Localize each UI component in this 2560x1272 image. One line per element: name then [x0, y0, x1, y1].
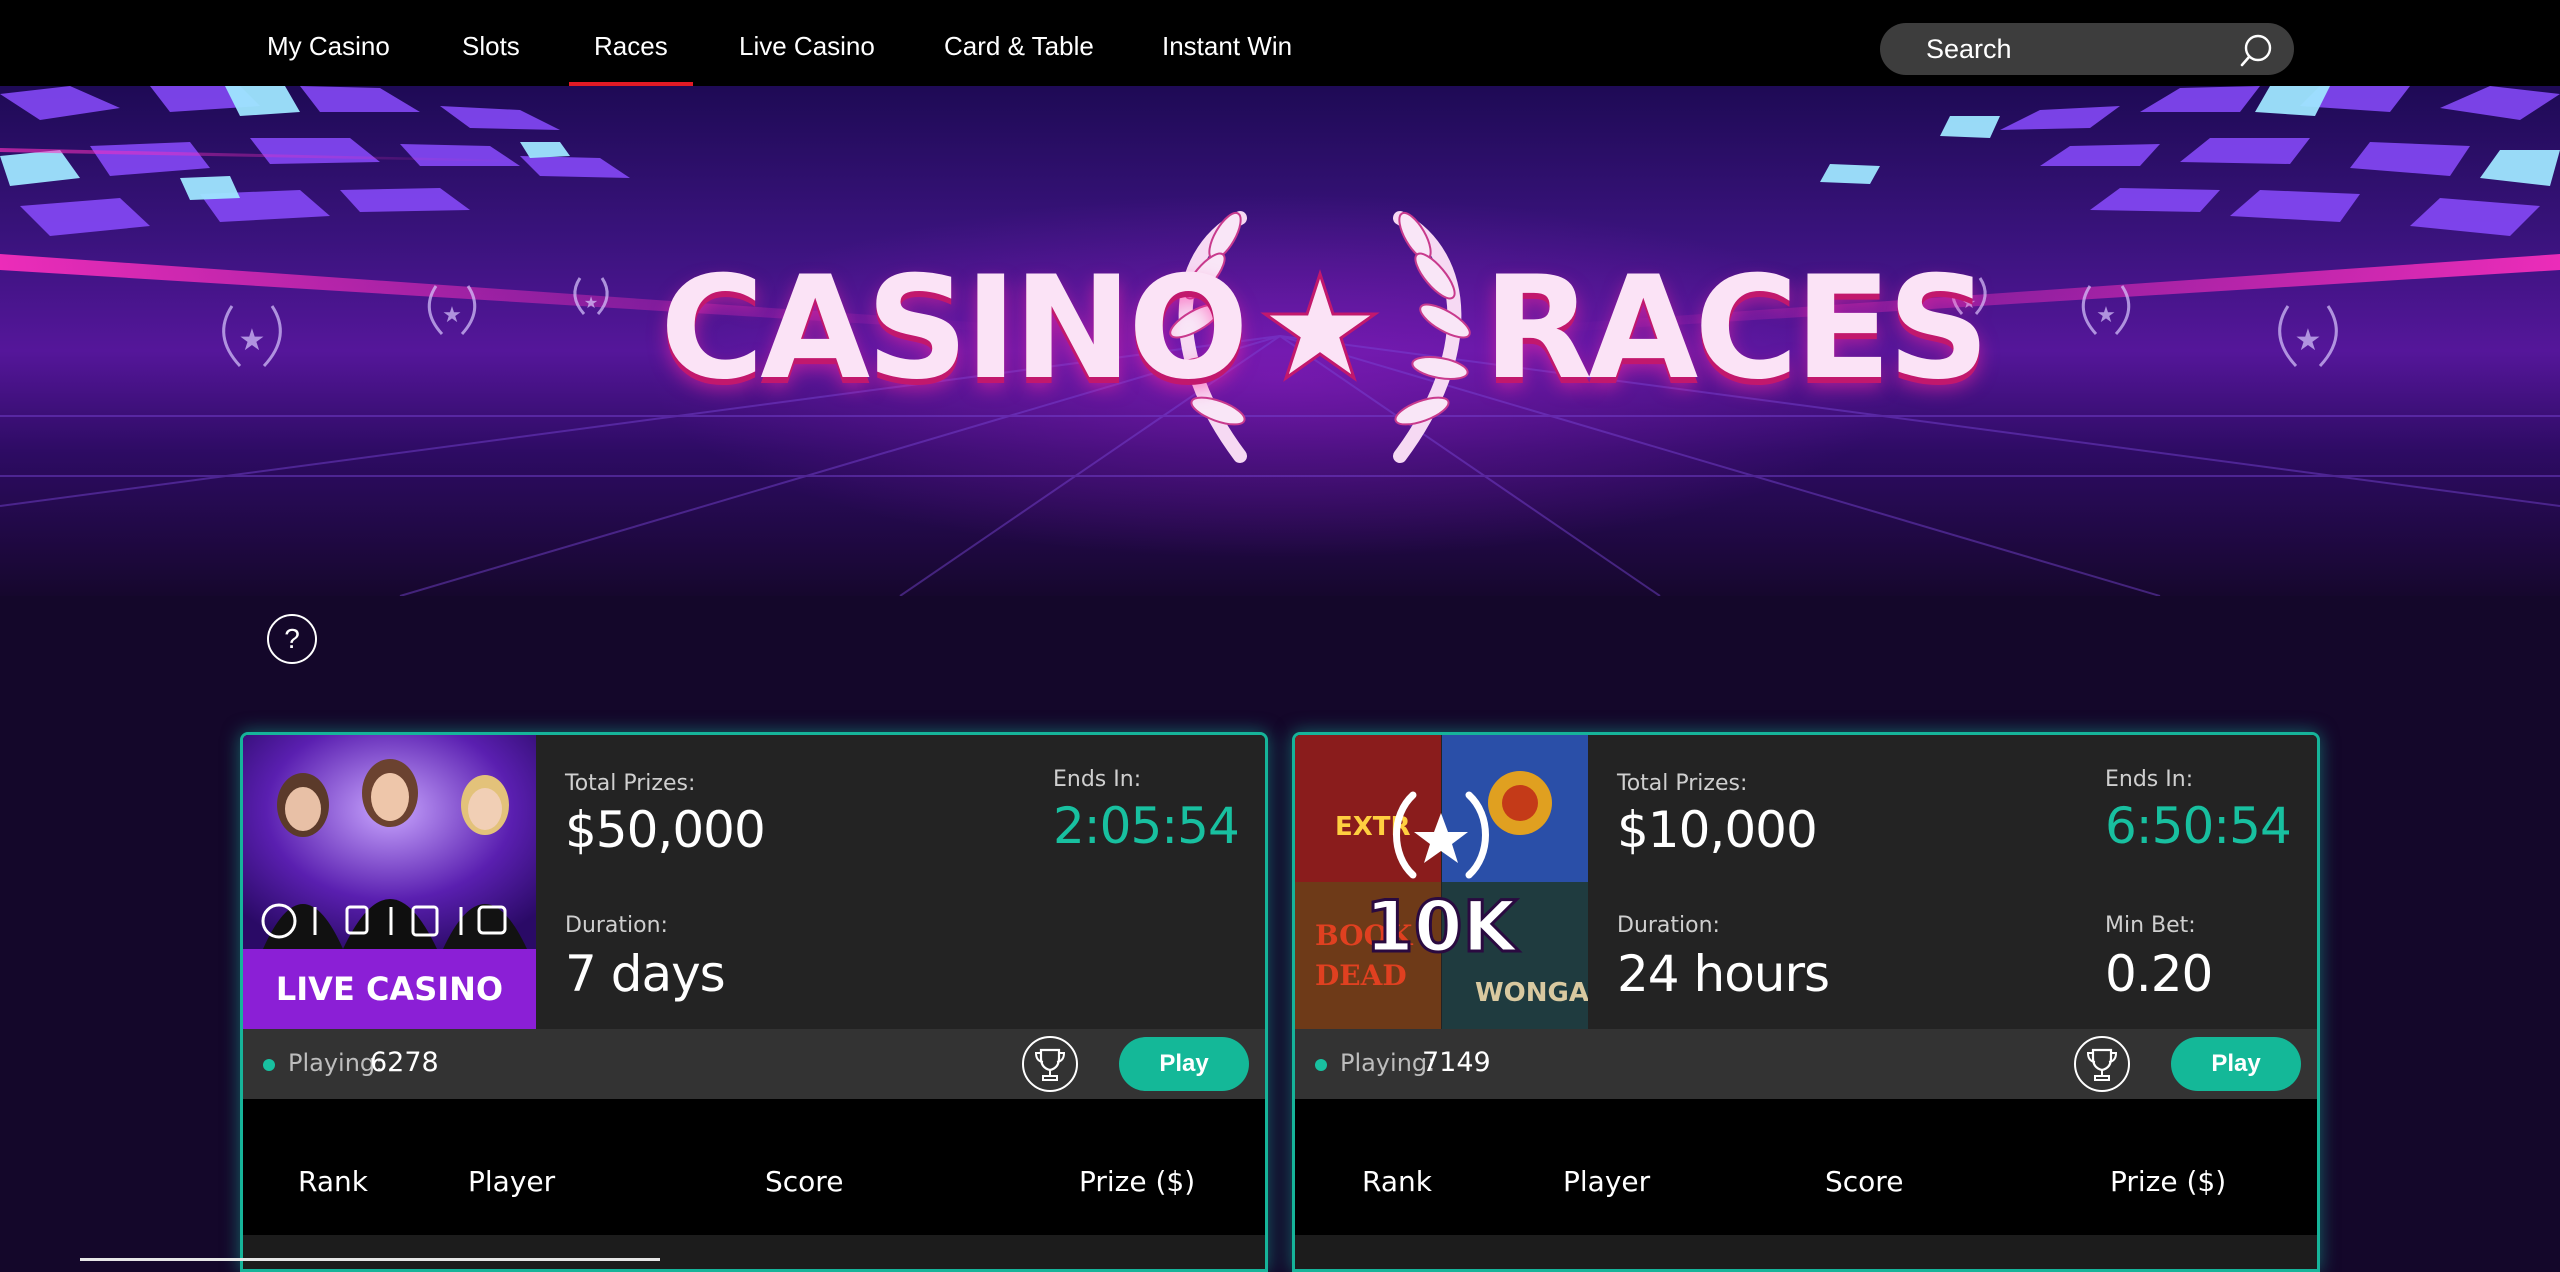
hero-background: ★ ★ ★ ★ ★ ★	[0, 86, 2560, 596]
column-player: Player	[1563, 1165, 1651, 1198]
svg-text:★: ★	[442, 302, 462, 327]
svg-text:★: ★	[2096, 302, 2116, 327]
nav-item-my-casino[interactable]: My Casino	[267, 0, 390, 86]
duration-label: Duration:	[1617, 913, 1720, 938]
hero-title-right: RACES	[1483, 246, 1990, 411]
total-prizes-label: Total Prizes:	[565, 771, 696, 796]
table-row	[1295, 1235, 2317, 1269]
svg-text:10K: 10K	[1365, 886, 1519, 968]
race-thumbnail[interactable]: LIVE CASINO	[243, 735, 536, 1029]
duration-value: 7 days	[565, 945, 726, 1003]
ends-in-label: Ends In:	[1053, 767, 1142, 792]
svg-text:★: ★	[239, 324, 266, 357]
total-prizes-value: $10,000	[1617, 801, 1818, 859]
min-bet-label: Min Bet:	[2105, 913, 2196, 938]
total-prizes-value: $50,000	[565, 801, 766, 859]
leaderboard-button[interactable]	[1022, 1036, 1078, 1092]
play-button[interactable]: Play	[2171, 1037, 2301, 1091]
hero-title-left: CASINO	[660, 246, 1249, 411]
thumbnail-label: LIVE CASINO	[275, 970, 504, 1008]
svg-text:★: ★	[2295, 324, 2322, 357]
race-card-bar: Playing: 6278 Play	[243, 1029, 1265, 1099]
search-box	[1880, 23, 2294, 75]
race-card-header: EXTR BOOK DEAD WONGA 10K Total Prizes: $…	[1295, 735, 2317, 1029]
playing-label: Playing:	[1340, 1049, 1436, 1077]
column-score: Score	[765, 1165, 844, 1198]
horizontal-scrollbar[interactable]	[80, 1258, 660, 1261]
race-card-header: LIVE CASINO Total Prizes: $50,000 Ends I…	[243, 735, 1265, 1029]
table-row	[243, 1235, 1265, 1269]
slots-collage-thumbnail: EXTR BOOK DEAD WONGA 10K	[1295, 735, 1588, 1029]
hero-banner: ★ ★ ★ ★ ★ ★ CASINO RACES	[0, 86, 2560, 596]
nav-item-card-table[interactable]: Card & Table	[944, 0, 1094, 86]
column-player: Player	[468, 1165, 556, 1198]
nav-item-instant-win[interactable]: Instant Win	[1162, 0, 1292, 86]
svg-text:★: ★	[584, 295, 598, 312]
nav-item-live-casino[interactable]: Live Casino	[739, 0, 875, 86]
trophy-icon	[1034, 1048, 1066, 1081]
leaderboard-header: Rank Player Score Prize ($)	[1295, 1099, 2317, 1235]
playing-label: Playing:	[288, 1049, 384, 1077]
race-card-bar: Playing: 7149 Play	[1295, 1029, 2317, 1099]
nav-item-slots[interactable]: Slots	[462, 0, 520, 86]
leaderboard-header: Rank Player Score Prize ($)	[243, 1099, 1265, 1235]
duration-label: Duration:	[565, 913, 668, 938]
playing-count: 7149	[1422, 1047, 1491, 1078]
column-score: Score	[1825, 1165, 1904, 1198]
column-rank: Rank	[298, 1165, 368, 1198]
search-icon[interactable]	[2240, 33, 2276, 69]
search-input[interactable]	[1924, 23, 2214, 75]
playing-count: 6278	[370, 1047, 439, 1078]
live-dot-icon	[263, 1059, 275, 1071]
race-card-live-casino: LIVE CASINO Total Prizes: $50,000 Ends I…	[240, 732, 1268, 1272]
race-thumbnail[interactable]: EXTR BOOK DEAD WONGA 10K	[1295, 735, 1588, 1029]
help-button[interactable]: ?	[267, 614, 317, 664]
race-card-slots: EXTR BOOK DEAD WONGA 10K Total Prizes: $…	[1292, 732, 2320, 1272]
ends-in-label: Ends In:	[2105, 767, 2194, 792]
column-prize: Prize ($)	[1079, 1165, 1196, 1198]
top-navigation: My Casino Slots Races Live Casino Card &…	[0, 0, 2560, 86]
column-rank: Rank	[1362, 1165, 1432, 1198]
svg-text:WONGA: WONGA	[1475, 978, 1588, 1008]
total-prizes-label: Total Prizes:	[1617, 771, 1748, 796]
column-prize: Prize ($)	[2110, 1165, 2227, 1198]
leaderboard-button[interactable]	[2074, 1036, 2130, 1092]
ends-in-timer: 2:05:54	[1053, 797, 1240, 855]
play-button[interactable]: Play	[1119, 1037, 1249, 1091]
ends-in-timer: 6:50:54	[2105, 797, 2292, 855]
nav-item-races[interactable]: Races	[569, 0, 693, 86]
trophy-icon	[2086, 1048, 2118, 1081]
min-bet-value: 0.20	[2105, 945, 2213, 1003]
duration-value: 24 hours	[1617, 945, 1830, 1003]
live-dot-icon	[1315, 1059, 1327, 1071]
